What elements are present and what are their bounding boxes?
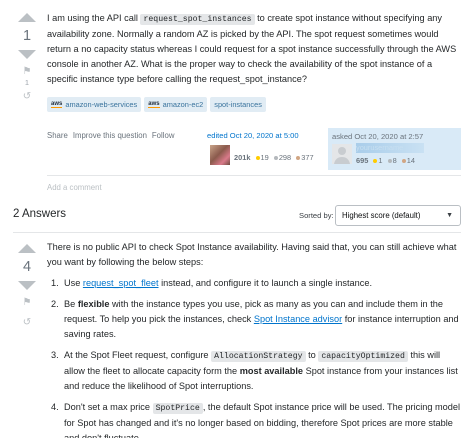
answers-count-heading: 2 Answers	[13, 208, 67, 220]
editor-avatar[interactable]	[210, 145, 230, 165]
inline-code: capacityOptimized	[318, 351, 408, 362]
spot-instance-advisor-link[interactable]: Spot Instance advisor	[254, 314, 342, 324]
downvote-arrow-icon[interactable]	[18, 50, 36, 59]
bookmark-icon[interactable]: ⚑	[23, 297, 32, 309]
answer-intro: There is no public API to check Spot Ins…	[47, 242, 457, 267]
sort-select[interactable]: Highest score (default) ▼	[335, 205, 461, 226]
asked-date: asked Oct 20, 2020 at 2:57	[332, 132, 424, 141]
list-item: 4. Don't set a max price SpotPrice, the …	[51, 402, 461, 438]
list-item: 2. Be flexible with the instance types y…	[51, 299, 459, 339]
list-item: 3. At the Spot Fleet request, configure …	[51, 350, 458, 391]
upvote-arrow-icon[interactable]	[18, 13, 36, 22]
add-comment-link[interactable]: Add a comment	[47, 183, 102, 192]
question-vote-column: 1 ⚑ 1 ↺	[0, 13, 54, 103]
question-post-menu: Share Improve this question Follow	[47, 131, 174, 140]
question-tags: aws amazon-web-services aws amazon-ec2 s…	[47, 97, 266, 112]
asker-username[interactable]: yourusername	[356, 143, 424, 153]
question-vote-count: 1	[22, 28, 32, 44]
silver-badge-icon	[387, 159, 392, 164]
editor-signature: edited Oct 20, 2020 at 5:00 201k 19 298 …	[207, 131, 327, 167]
answer-vote-column: 4 ⚑ ↺	[0, 244, 54, 329]
aws-logo-icon: aws	[148, 101, 160, 108]
upvote-arrow-icon[interactable]	[18, 244, 36, 253]
follow-link[interactable]: Follow	[152, 131, 175, 140]
bookmark-count: 1	[24, 78, 30, 87]
aws-logo-icon: aws	[51, 101, 63, 108]
inline-code: SpotPrice	[152, 403, 203, 414]
question-body: I am using the API call request_spot_ins…	[47, 11, 461, 87]
downvote-arrow-icon[interactable]	[18, 281, 36, 290]
edited-link[interactable]: edited Oct 20, 2020 at 5:00	[207, 131, 327, 141]
gold-badge-icon	[255, 156, 260, 161]
chevron-down-icon: ▼	[446, 212, 453, 219]
asker-avatar[interactable]	[332, 144, 352, 164]
answers-divider	[13, 232, 461, 233]
tag-amazon-web-services[interactable]: aws amazon-web-services	[47, 97, 142, 112]
silver-badge-icon	[273, 156, 278, 161]
history-icon[interactable]: ↺	[23, 91, 31, 103]
asker-reputation: 695 1 8 14	[356, 156, 416, 165]
bookmark-icon[interactable]: ⚑	[23, 66, 32, 78]
inline-code: request_spot_instances	[140, 14, 255, 25]
request-spot-fleet-link[interactable]: request_spot_fleet	[83, 278, 159, 288]
bronze-badge-icon	[296, 156, 301, 161]
comment-divider	[47, 175, 461, 176]
share-link[interactable]: Share	[47, 131, 68, 140]
improve-question-link[interactable]: Improve this question	[73, 131, 147, 140]
answer-vote-count: 4	[22, 259, 32, 275]
question-text-part1: I am using the API call	[47, 13, 138, 23]
sorted-by-label: Sorted by:	[299, 211, 334, 220]
asker-signature: asked Oct 20, 2020 at 2:57 yourusername …	[328, 128, 461, 170]
bronze-badge-icon	[401, 159, 406, 164]
history-icon[interactable]: ↺	[23, 317, 31, 329]
tag-spot-instances[interactable]: spot-instances	[210, 97, 266, 112]
gold-badge-icon	[373, 159, 378, 164]
inline-code: AllocationStrategy	[211, 351, 306, 362]
list-item: 1. Use request_spot_fleet instead, and c…	[51, 278, 373, 288]
tag-amazon-ec2[interactable]: aws amazon-ec2	[144, 97, 208, 112]
answer-steps-list: 1. Use request_spot_fleet instead, and c…	[47, 276, 461, 438]
editor-reputation: 201k 19 298 377	[234, 153, 314, 162]
